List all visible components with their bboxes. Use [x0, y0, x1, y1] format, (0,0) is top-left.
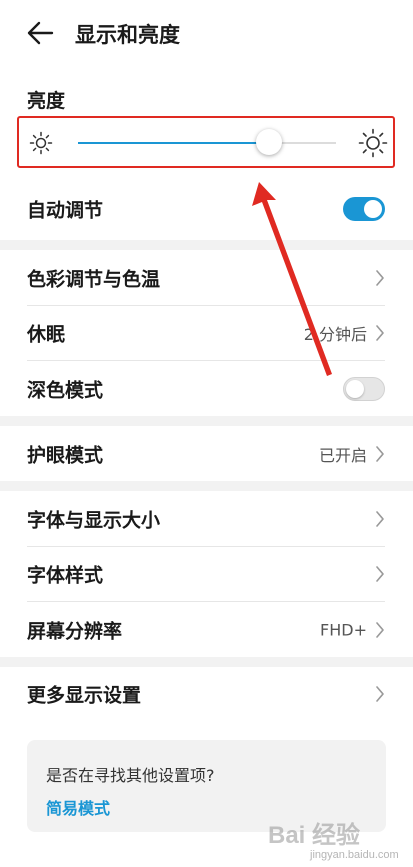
header-bar: 显示和亮度: [0, 0, 413, 70]
color-temp-row[interactable]: 色彩调节与色温: [27, 251, 385, 305]
resolution-row[interactable]: 屏幕分辨率 FHD+: [27, 603, 385, 657]
sleep-row[interactable]: 休眠 2 分钟后: [27, 306, 385, 360]
font-size-row[interactable]: 字体与显示大小: [27, 492, 385, 546]
chevron-right-icon: [376, 270, 384, 286]
sleep-label: 休眠: [27, 323, 66, 346]
annotation-highlight-box: [17, 116, 395, 168]
suggestion-question: 是否在寻找其他设置项?: [46, 766, 215, 785]
toggle-knob: [346, 380, 364, 398]
brightness-section-label: 亮度: [27, 90, 66, 112]
watermark-sub: jingyan.baidu.com: [310, 849, 399, 861]
section-gap: [0, 481, 413, 491]
dark-mode-row[interactable]: 深色模式: [27, 362, 385, 416]
chevron-right-icon: [376, 622, 384, 638]
eye-comfort-label: 护眼模式: [27, 444, 104, 467]
color-temp-label: 色彩调节与色温: [27, 268, 161, 291]
font-style-label: 字体样式: [27, 564, 104, 587]
resolution-label: 屏幕分辨率: [27, 620, 123, 643]
chevron-right-icon: [376, 686, 384, 702]
chevron-right-icon: [376, 511, 384, 527]
watermark: Bai 经验 jingyan.baidu.com: [268, 815, 413, 867]
watermark-main: Bai 经验: [268, 822, 361, 849]
auto-adjust-row[interactable]: 自动调节: [27, 182, 385, 236]
divider: [27, 360, 385, 361]
sleep-value: 2 分钟后: [303, 325, 367, 344]
auto-adjust-toggle[interactable]: [343, 197, 385, 221]
section-gap: [0, 657, 413, 667]
font-style-row[interactable]: 字体样式: [27, 547, 385, 601]
chevron-right-icon: [376, 446, 384, 462]
section-gap: [0, 416, 413, 426]
simple-mode-link[interactable]: 简易模式: [46, 795, 110, 819]
auto-adjust-label: 自动调节: [27, 199, 104, 222]
eye-comfort-row[interactable]: 护眼模式 已开启: [27, 427, 385, 481]
chevron-right-icon: [376, 566, 384, 582]
dark-mode-label: 深色模式: [27, 379, 104, 402]
more-display-row[interactable]: 更多显示设置: [27, 667, 385, 721]
page-title: 显示和亮度: [75, 23, 180, 47]
toggle-knob: [364, 200, 382, 218]
font-size-label: 字体与显示大小: [27, 509, 161, 532]
resolution-value: FHD+: [320, 620, 367, 640]
divider: [27, 601, 385, 602]
dark-mode-toggle[interactable]: [343, 377, 385, 401]
chevron-right-icon: [376, 325, 384, 341]
back-arrow-icon[interactable]: [26, 20, 54, 46]
more-display-label: 更多显示设置: [27, 684, 142, 707]
eye-comfort-value: 已开启: [318, 446, 367, 465]
section-gap: [0, 240, 413, 250]
